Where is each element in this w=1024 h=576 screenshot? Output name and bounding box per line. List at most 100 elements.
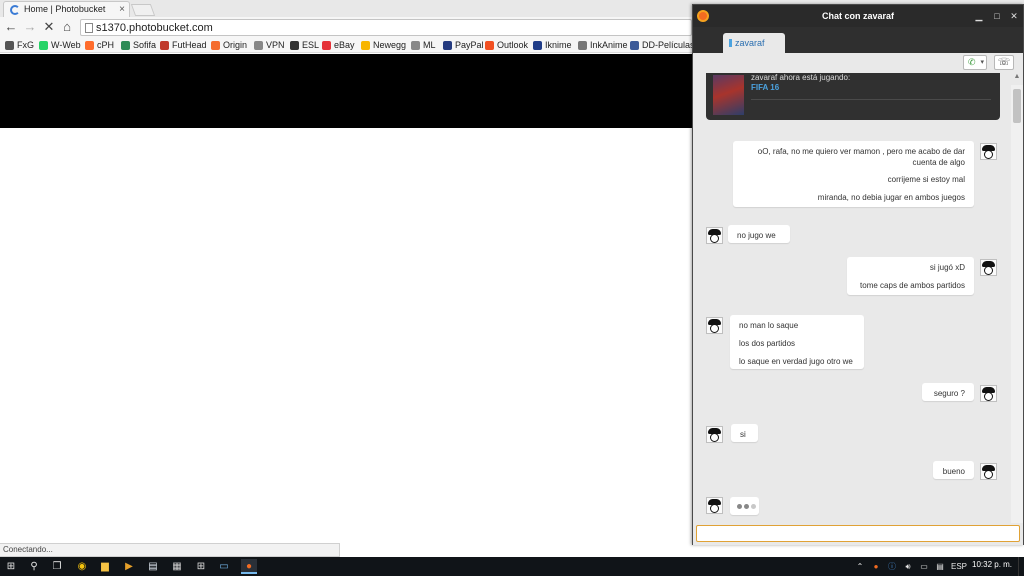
bookmark-item[interactable]: FxG — [5, 39, 34, 52]
avatar-zavaraf[interactable] — [706, 317, 723, 334]
avatar-self[interactable] — [980, 143, 997, 160]
volume-icon[interactable]: 🔊︎ — [902, 559, 914, 574]
tab-title: Home | Photobucket — [24, 4, 106, 14]
bookmark-item[interactable]: PayPal — [443, 39, 484, 52]
bookmark-label: DD-Películas — [642, 40, 695, 50]
now-playing-card: zavaraf ahora está jugando: FIFA 16 — [706, 73, 1000, 120]
taskbar-app-chrome-icon[interactable]: ◉ — [74, 559, 90, 574]
now-playing-status: zavaraf ahora está jugando: — [751, 73, 851, 82]
message-text: miranda, no debia jugar en ambos juegos — [817, 193, 965, 202]
avatar-zavaraf[interactable] — [706, 426, 723, 443]
home-button[interactable]: ⌂ — [59, 19, 75, 35]
bookmark-item[interactable]: W-Web — [39, 39, 81, 52]
taskbar-app-origin-icon[interactable]: ● — [241, 559, 257, 574]
bookmark-item[interactable]: Origin — [211, 39, 247, 52]
chevron-down-icon[interactable]: ▾ — [980, 56, 984, 69]
chat-window: Chat con zavaraf ▁ □ ✕ zavaraf ✆ ▾ ☏ zav… — [692, 4, 1024, 545]
bookmark-icon — [361, 41, 370, 50]
minimize-button[interactable]: ▁ — [971, 5, 987, 27]
input-language[interactable]: ESP — [949, 559, 969, 574]
network-icon[interactable]: ▭ — [918, 559, 930, 574]
task-view-icon[interactable]: ❐ — [49, 559, 65, 574]
chat-titlebar[interactable]: Chat con zavaraf ▁ □ ✕ — [693, 5, 1023, 27]
info-tray-icon[interactable]: ⓘ — [886, 559, 898, 574]
bookmark-icon — [533, 41, 542, 50]
bookmark-label: VPN — [266, 40, 285, 50]
chat-input-area — [693, 523, 1023, 545]
taskbar-clock[interactable]: 10:32 p. m. — [972, 560, 1012, 569]
message-bubble-sent: bueno — [933, 461, 974, 479]
origin-tray-icon[interactable]: ● — [870, 559, 882, 574]
chat-options-button[interactable]: ☏ — [994, 55, 1014, 70]
avatar-self[interactable] — [980, 259, 997, 276]
bookmark-item[interactable]: Sofifa — [121, 39, 156, 52]
bookmark-icon — [290, 41, 299, 50]
message-bubble-sent: oO, rafa, no me quiero ver mamon , pero … — [733, 141, 974, 207]
notification-icon[interactable]: ▤ — [934, 559, 946, 574]
avatar-face — [710, 234, 719, 243]
bookmark-icon — [322, 41, 331, 50]
bookmark-item[interactable]: Newegg — [361, 39, 406, 52]
bookmark-item[interactable]: Outlook — [485, 39, 528, 52]
taskbar-app-remote-desktop-icon[interactable]: ▭ — [216, 559, 232, 574]
bookmark-item[interactable]: DD-Películas — [630, 39, 695, 52]
browser-tab[interactable]: Home | Photobucket × — [3, 1, 130, 17]
bookmark-item[interactable]: cPH — [85, 39, 114, 52]
voice-call-button[interactable]: ✆ ▾ — [963, 55, 987, 70]
bookmark-icon — [411, 41, 420, 50]
bookmark-item[interactable]: ESL — [290, 39, 319, 52]
avatar-face — [984, 470, 993, 479]
message-bubble-received: no man lo saque los dos partidos lo saque … — [730, 315, 864, 369]
taskbar-app-calculator-icon[interactable]: ▦ — [169, 559, 185, 574]
bookmark-label: InkAnime — [590, 40, 628, 50]
stop-loading-button[interactable]: ✕ — [41, 19, 57, 35]
bookmark-icon — [211, 41, 220, 50]
bookmark-label: Iknime — [545, 40, 572, 50]
bookmark-item[interactable]: eBay — [322, 39, 355, 52]
start-button[interactable]: ⊞ — [3, 559, 19, 574]
message-text: cuenta de algo — [912, 158, 966, 167]
address-url[interactable]: s1370.photobucket.com — [96, 21, 213, 35]
bookmark-item[interactable]: InkAnime — [578, 39, 628, 52]
tray-chevron-icon[interactable]: ⌃ — [854, 559, 866, 574]
bookmark-item[interactable]: ML — [411, 39, 436, 52]
new-tab-button[interactable] — [130, 4, 156, 16]
close-tab-icon[interactable]: × — [119, 2, 125, 17]
show-desktop-button[interactable] — [1018, 557, 1024, 576]
taskbar-app-file-explorer-icon[interactable]: ▆ — [97, 559, 113, 574]
address-bar[interactable]: s1370.photobucket.com — [80, 19, 692, 36]
avatar-face — [710, 504, 719, 513]
forward-button[interactable]: → — [22, 19, 38, 35]
taskbar-app-notepad-icon[interactable]: ▤ — [145, 559, 161, 574]
scrollbar-thumb[interactable] — [1013, 89, 1021, 123]
scroll-up-icon[interactable]: ▲ — [1012, 73, 1022, 83]
bookmark-label: Newegg — [373, 40, 407, 50]
bookmark-label: ML — [423, 40, 436, 50]
back-button[interactable]: ← — [3, 19, 19, 35]
avatar-face — [984, 150, 993, 159]
bookmark-icon — [443, 41, 452, 50]
bookmark-label: ESL — [302, 40, 320, 50]
maximize-button[interactable]: □ — [989, 5, 1005, 27]
game-name[interactable]: FIFA 16 — [751, 83, 779, 92]
chat-bubble-icon: ☏ — [997, 57, 1011, 68]
avatar-self[interactable] — [980, 463, 997, 480]
typing-dot — [744, 504, 749, 509]
taskbar-app-media-player-icon[interactable]: ▶ — [121, 559, 137, 574]
origin-logo-icon — [697, 10, 709, 22]
avatar-zavaraf[interactable] — [706, 227, 723, 244]
bookmark-item[interactable]: VPN — [254, 39, 285, 52]
typing-dot — [737, 504, 742, 509]
avatar-zavaraf[interactable] — [706, 497, 723, 514]
chat-message-input[interactable] — [696, 525, 1020, 542]
bookmark-item[interactable]: Iknime — [533, 39, 572, 52]
avatar-self[interactable] — [980, 385, 997, 402]
search-icon[interactable]: ⚲ — [26, 559, 42, 574]
message-scrollbar[interactable] — [1011, 85, 1023, 523]
bookmark-icon — [254, 41, 263, 50]
close-window-button[interactable]: ✕ — [1006, 5, 1022, 27]
bookmark-label: Sofifa — [133, 40, 157, 50]
bookmark-item[interactable]: FutHead — [160, 39, 207, 52]
taskbar-app-store-icon[interactable]: ⊞ — [193, 559, 209, 574]
chat-tab-zavaraf[interactable]: zavaraf — [723, 33, 785, 53]
